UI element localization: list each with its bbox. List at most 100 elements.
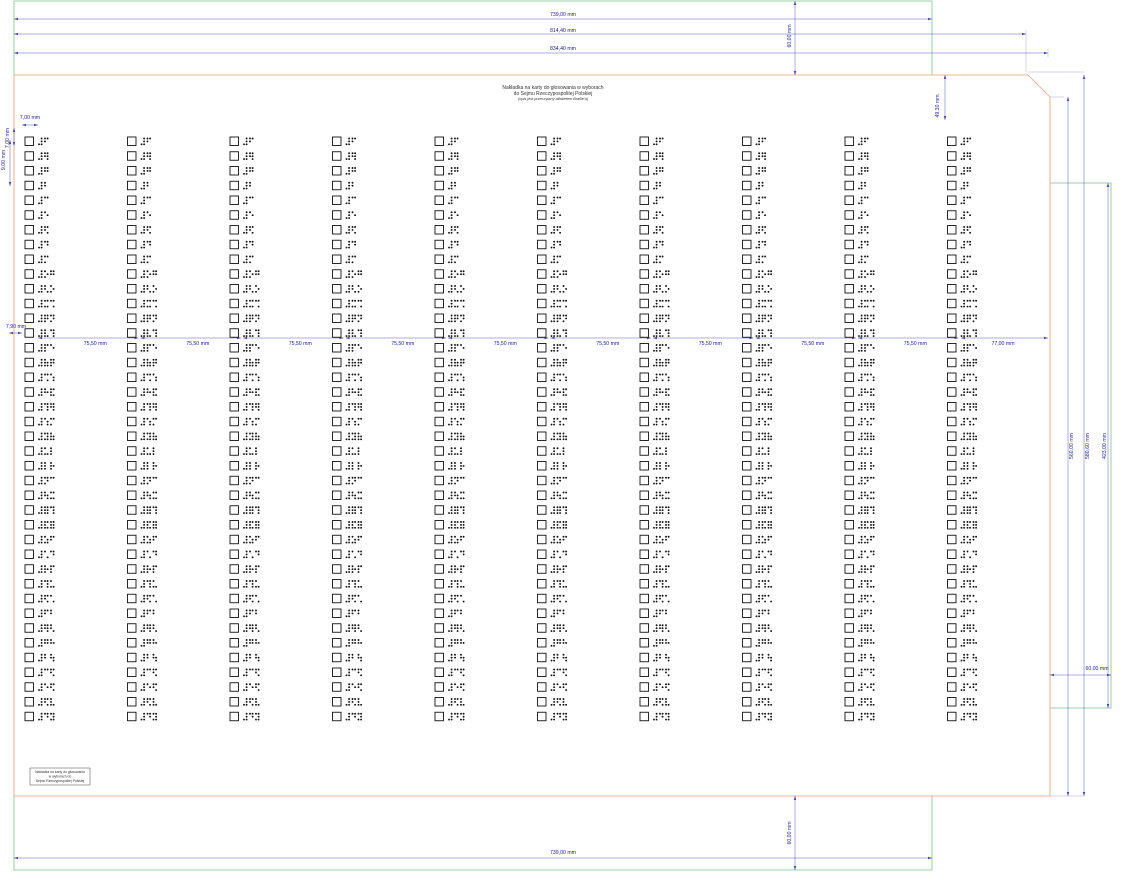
vote-checkbox[interactable] xyxy=(434,136,444,146)
vote-checkbox[interactable] xyxy=(229,461,239,471)
vote-checkbox[interactable] xyxy=(844,195,854,205)
vote-checkbox[interactable] xyxy=(434,372,444,382)
vote-checkbox[interactable] xyxy=(434,623,444,633)
vote-checkbox[interactable] xyxy=(639,579,649,589)
vote-checkbox[interactable] xyxy=(947,254,957,264)
vote-checkbox[interactable] xyxy=(537,298,547,309)
vote-checkbox[interactable] xyxy=(537,431,547,441)
vote-checkbox[interactable] xyxy=(537,446,547,456)
vote-checkbox[interactable] xyxy=(434,490,444,500)
vote-checkbox[interactable] xyxy=(844,387,854,397)
vote-checkbox[interactable] xyxy=(742,210,752,220)
vote-checkbox[interactable] xyxy=(229,195,239,205)
vote-checkbox[interactable] xyxy=(229,387,239,397)
vote-checkbox[interactable] xyxy=(742,697,752,707)
vote-checkbox[interactable] xyxy=(434,313,444,323)
vote-checkbox[interactable] xyxy=(844,638,854,648)
vote-checkbox[interactable] xyxy=(24,298,34,309)
vote-checkbox[interactable] xyxy=(639,328,649,338)
vote-checkbox[interactable] xyxy=(639,225,649,235)
vote-checkbox[interactable] xyxy=(434,284,444,294)
vote-checkbox[interactable] xyxy=(127,195,137,205)
vote-checkbox[interactable] xyxy=(229,549,239,559)
vote-checkbox[interactable] xyxy=(127,298,137,309)
vote-checkbox[interactable] xyxy=(844,298,854,309)
vote-checkbox[interactable] xyxy=(332,682,342,692)
vote-checkbox[interactable] xyxy=(639,549,649,559)
vote-checkbox[interactable] xyxy=(639,284,649,294)
vote-checkbox[interactable] xyxy=(537,579,547,589)
vote-checkbox[interactable] xyxy=(332,505,342,515)
vote-checkbox[interactable] xyxy=(537,534,547,545)
vote-checkbox[interactable] xyxy=(127,520,137,530)
vote-checkbox[interactable] xyxy=(537,505,547,515)
vote-checkbox[interactable] xyxy=(742,195,752,205)
vote-checkbox[interactable] xyxy=(434,166,444,176)
vote-checkbox[interactable] xyxy=(127,313,137,323)
vote-checkbox[interactable] xyxy=(742,446,752,456)
vote-checkbox[interactable] xyxy=(127,416,137,427)
vote-checkbox[interactable] xyxy=(537,564,547,574)
vote-checkbox[interactable] xyxy=(537,225,547,235)
vote-checkbox[interactable] xyxy=(434,151,444,161)
vote-checkbox[interactable] xyxy=(434,416,444,427)
vote-checkbox[interactable] xyxy=(844,520,854,530)
vote-checkbox[interactable] xyxy=(844,402,854,412)
vote-checkbox[interactable] xyxy=(537,254,547,264)
vote-checkbox[interactable] xyxy=(332,298,342,309)
vote-checkbox[interactable] xyxy=(639,505,649,515)
vote-checkbox[interactable] xyxy=(24,328,34,338)
vote-checkbox[interactable] xyxy=(24,166,34,176)
vote-checkbox[interactable] xyxy=(127,505,137,515)
vote-checkbox[interactable] xyxy=(24,284,34,294)
vote-checkbox[interactable] xyxy=(844,357,854,368)
vote-checkbox[interactable] xyxy=(639,151,649,161)
vote-checkbox[interactable] xyxy=(24,520,34,530)
vote-checkbox[interactable] xyxy=(537,372,547,382)
vote-checkbox[interactable] xyxy=(127,357,137,368)
vote-checkbox[interactable] xyxy=(229,520,239,530)
vote-checkbox[interactable] xyxy=(434,608,444,618)
vote-checkbox[interactable] xyxy=(639,475,649,486)
vote-checkbox[interactable] xyxy=(127,446,137,456)
vote-checkbox[interactable] xyxy=(127,239,137,250)
vote-checkbox[interactable] xyxy=(127,387,137,397)
vote-checkbox[interactable] xyxy=(844,711,854,722)
vote-checkbox[interactable] xyxy=(229,682,239,692)
vote-checkbox[interactable] xyxy=(332,284,342,294)
vote-checkbox[interactable] xyxy=(742,225,752,235)
vote-checkbox[interactable] xyxy=(742,652,752,663)
vote-checkbox[interactable] xyxy=(24,623,34,633)
vote-checkbox[interactable] xyxy=(537,623,547,633)
vote-checkbox[interactable] xyxy=(742,402,752,412)
vote-checkbox[interactable] xyxy=(844,534,854,545)
vote-checkbox[interactable] xyxy=(332,475,342,486)
vote-checkbox[interactable] xyxy=(332,461,342,471)
vote-checkbox[interactable] xyxy=(127,564,137,574)
vote-checkbox[interactable] xyxy=(332,402,342,412)
vote-checkbox[interactable] xyxy=(434,239,444,250)
vote-checkbox[interactable] xyxy=(127,431,137,441)
vote-checkbox[interactable] xyxy=(332,579,342,589)
vote-checkbox[interactable] xyxy=(742,372,752,382)
vote-checkbox[interactable] xyxy=(24,579,34,589)
vote-checkbox[interactable] xyxy=(24,136,34,146)
vote-checkbox[interactable] xyxy=(639,313,649,323)
vote-checkbox[interactable] xyxy=(742,431,752,441)
vote-checkbox[interactable] xyxy=(229,564,239,574)
vote-checkbox[interactable] xyxy=(127,151,137,161)
vote-checkbox[interactable] xyxy=(127,254,137,264)
vote-checkbox[interactable] xyxy=(947,210,957,220)
vote-checkbox[interactable] xyxy=(332,372,342,382)
vote-checkbox[interactable] xyxy=(742,151,752,161)
vote-checkbox[interactable] xyxy=(742,564,752,574)
vote-checkbox[interactable] xyxy=(434,269,444,279)
vote-checkbox[interactable] xyxy=(434,431,444,441)
vote-checkbox[interactable] xyxy=(537,520,547,530)
vote-checkbox[interactable] xyxy=(24,446,34,456)
vote-checkbox[interactable] xyxy=(947,180,957,191)
vote-checkbox[interactable] xyxy=(639,402,649,412)
vote-checkbox[interactable] xyxy=(127,593,137,604)
vote-checkbox[interactable] xyxy=(24,490,34,500)
vote-checkbox[interactable] xyxy=(434,579,444,589)
